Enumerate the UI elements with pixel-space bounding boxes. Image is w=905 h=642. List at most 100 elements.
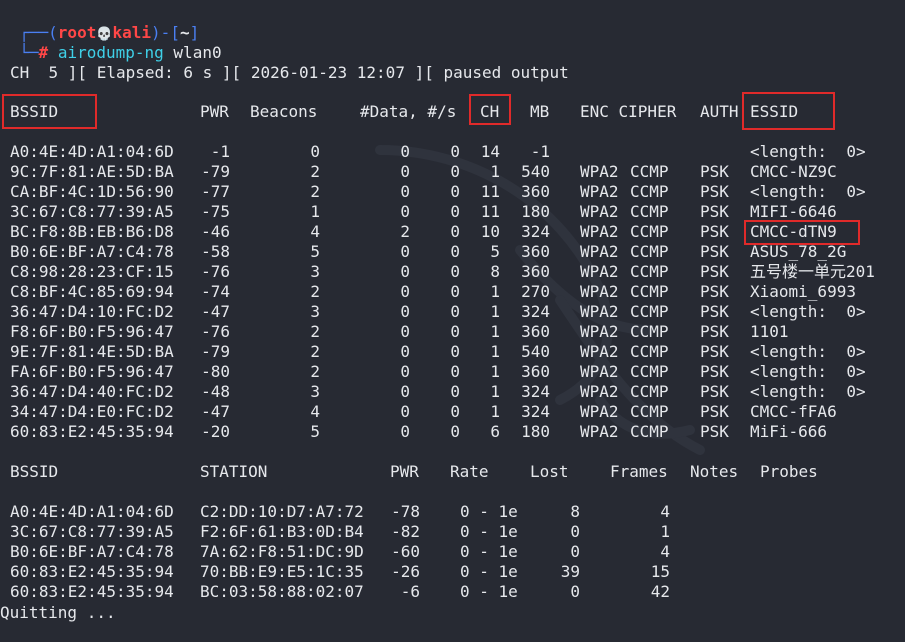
station-frames: 15 [650,562,670,581]
ap-data: 0 [400,402,410,421]
ap-cipher: CCMP [630,362,669,381]
ap-data: 0 [400,302,410,321]
ap-enc: WPA2 [580,342,619,361]
station-bssid: A0:4E:4D:A1:04:6D [10,502,174,521]
ap-data: 2 [400,222,410,241]
ap-ch: 1 [490,342,500,361]
ap-mb: 360 [521,322,550,341]
header-station-bssid: BSSID [10,462,59,481]
ap-table-header: BSSID PWR Beacons #Data, #/s CH MB ENC C… [0,102,798,122]
ap-data: 0 [400,142,410,161]
header-mb: MB [530,102,550,121]
ap-per-second: 0 [450,162,460,181]
ap-essid: <length: 0> [750,182,866,201]
ap-beacons: 5 [310,422,320,441]
ap-cipher: CCMP [630,262,669,281]
header-notes: Notes [690,462,739,481]
ap-enc: WPA2 [580,382,619,401]
header-beacons: Beacons [250,102,318,121]
ap-beacons: 3 [310,382,320,401]
ap-cipher: CCMP [630,182,669,201]
ap-mb: 324 [521,222,550,241]
ap-per-second: 0 [450,262,460,281]
header-rate: Rate [450,462,489,481]
ap-cipher: CCMP [630,402,669,421]
station-mac: 70:BB:E9:E5:1C:35 [200,562,364,581]
ap-ch: 1 [490,282,500,301]
header-station: STATION [200,462,268,481]
ap-cipher: CCMP [630,422,669,441]
ap-ch: 10 [480,222,500,241]
station-rate: 0 - 1e [460,522,518,541]
ap-enc: WPA2 [580,222,619,241]
ap-auth: PSK [700,322,729,341]
ap-per-second: 0 [450,322,460,341]
header-lost: Lost [530,462,569,481]
ap-per-second: 0 [450,422,460,441]
station-lost: 0 [570,542,580,561]
ap-pwr: -58 [201,242,230,261]
station-pwr: -60 [391,542,420,561]
ap-beacons: 2 [310,362,320,381]
ap-mb: 360 [521,262,550,281]
ap-beacons: 4 [310,402,320,421]
ap-data: 0 [400,182,410,201]
ap-cipher: CCMP [630,202,669,221]
quitting-message: Quitting ... [0,603,116,622]
ap-essid: 1101 [750,322,789,341]
station-pwr: -78 [391,502,420,521]
ap-cipher: CCMP [630,222,669,241]
ap-auth: PSK [700,402,729,421]
ap-essid: MiFi-666 [750,422,828,441]
station-lost: 39 [560,562,580,581]
station-lost: 0 [570,582,580,601]
ap-per-second: 0 [450,242,460,261]
shell-prompt-line: ┌──(root💀kali)-[~] [0,3,199,42]
ap-enc: WPA2 [580,422,619,441]
command-arg: wlan0 [173,43,222,62]
ap-per-second: 0 [450,202,460,221]
ap-mb: 270 [521,282,550,301]
ap-ch: 1 [490,362,500,381]
ap-pwr: -76 [201,322,230,341]
ap-enc: WPA2 [580,402,619,421]
ap-ch: 1 [490,302,500,321]
station-pwr: -6 [400,582,420,601]
prompt-corner: └─ [19,43,39,62]
ap-data: 0 [400,382,410,401]
ap-data: 0 [400,162,410,181]
ap-essid: ASUS_78_2G [750,242,847,261]
ap-essid: <length: 0> [750,142,866,161]
ap-essid: MIFI-6646 [750,202,837,221]
ap-ch: 1 [490,382,500,401]
command-name: airodump-ng [57,43,164,62]
ap-auth: PSK [700,242,729,261]
ap-ch: 8 [490,262,500,281]
ap-cipher: CCMP [630,342,669,361]
header-frames: Frames [610,462,668,481]
ap-bssid: F8:6F:B0:F5:96:47 [10,322,174,341]
station-table-header: BSSID STATION PWR Rate Lost Frames Notes… [0,462,818,482]
ap-essid: <length: 0> [750,302,866,321]
ap-auth: PSK [700,362,729,381]
station-mac: F2:6F:61:B3:0D:B4 [200,522,364,541]
ap-auth: PSK [700,422,729,441]
ap-essid: <length: 0> [750,362,866,381]
ap-pwr: -74 [201,282,230,301]
ap-data: 0 [400,202,410,221]
header-enc-cipher: ENC CIPHER [580,102,677,121]
ap-mb: 324 [521,402,550,421]
ap-per-second: 0 [450,402,460,421]
ap-auth: PSK [700,382,729,401]
ap-pwr: -75 [201,202,230,221]
header-station-pwr: PWR [390,462,419,481]
station-bssid: 60:83:E2:45:35:94 [10,562,174,581]
ap-bssid: FA:6F:B0:F5:96:47 [10,362,174,381]
ap-bssid: A0:4E:4D:A1:04:6D [10,142,174,161]
ap-mb: 324 [521,382,550,401]
ap-bssid: 3C:67:C8:77:39:A5 [10,202,174,221]
ap-ch: 1 [490,162,500,181]
ap-bssid: 60:83:E2:45:35:94 [10,422,174,441]
station-frames: 42 [650,582,670,601]
station-rate: 0 - 1e [460,502,518,521]
